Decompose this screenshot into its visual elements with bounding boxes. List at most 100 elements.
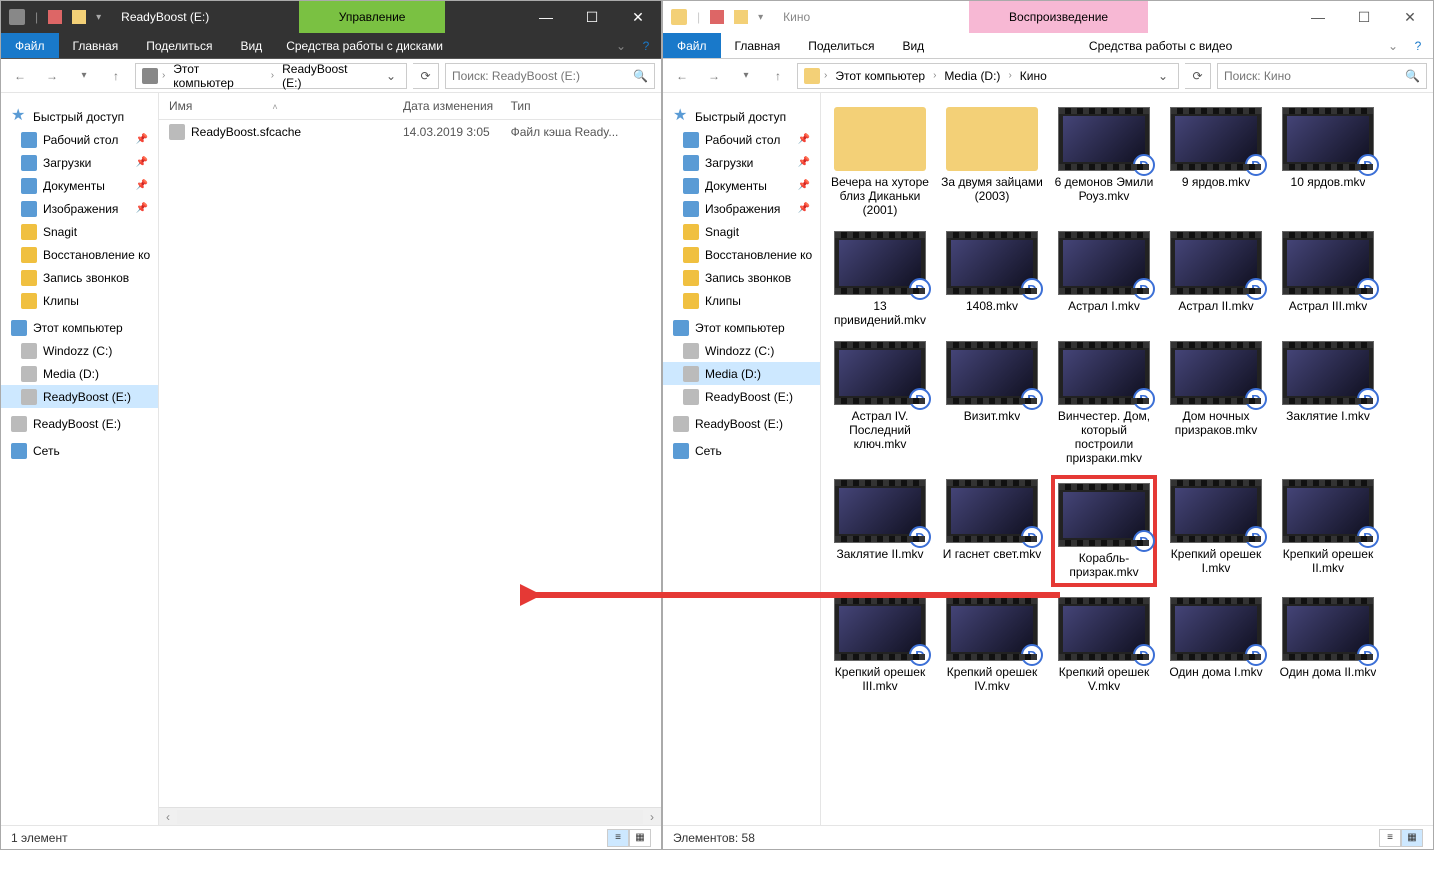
nav-this-pc[interactable]: Этот компьютер	[1, 316, 158, 339]
nav-downloads[interactable]: Загрузки📌	[663, 151, 820, 174]
video-item[interactable]: D6 демонов Эмили Роуз.mkv	[1051, 103, 1157, 221]
nav-drive-c[interactable]: Windozz (C:)	[663, 339, 820, 362]
video-item[interactable]: DАстрал I.mkv	[1051, 227, 1157, 331]
nav-network[interactable]: Сеть	[1, 439, 158, 462]
video-item[interactable]: D13 привидений.mkv	[827, 227, 933, 331]
nav-recordings[interactable]: Запись звонков	[663, 266, 820, 289]
folder-item[interactable]: За двумя зайцами (2003)	[939, 103, 1045, 221]
video-item[interactable]: D10 ярдов.mkv	[1275, 103, 1381, 221]
help-button[interactable]: ?	[1403, 33, 1433, 58]
nav-drive-d[interactable]: Media (D:)	[1, 362, 158, 385]
nav-snagit[interactable]: Snagit	[663, 220, 820, 243]
folder-item[interactable]: Вечера на хуторе близ Диканьки (2001)	[827, 103, 933, 221]
minimize-button[interactable]: —	[1295, 1, 1341, 33]
nav-network[interactable]: Сеть	[663, 439, 820, 462]
nav-drive-e[interactable]: ReadyBoost (E:)	[1, 385, 158, 408]
minimize-button[interactable]: —	[523, 1, 569, 33]
search-box[interactable]: 🔍	[445, 63, 655, 89]
file-row[interactable]: ReadyBoost.sfcache14.03.2019 3:05Файл кэ…	[159, 120, 661, 144]
nav-documents[interactable]: Документы📌	[1, 174, 158, 197]
ribbon-tool-tab[interactable]: Средства работы с видео	[1079, 33, 1242, 58]
video-item[interactable]: DКорабль-призрак.mkv	[1051, 475, 1157, 587]
video-item[interactable]: DВинчестер. Дом, который построили призр…	[1051, 337, 1157, 469]
icon-view[interactable]: Вечера на хуторе близ Диканьки (2001)За …	[821, 93, 1433, 825]
video-item[interactable]: D1408.mkv	[939, 227, 1045, 331]
back-button[interactable]: ←	[7, 63, 33, 89]
address-bar[interactable]: › Этот компьютер › ReadyBoost (E:) ⌄	[135, 63, 407, 89]
ribbon-expand[interactable]: ⌄	[611, 33, 631, 58]
ribbon-tab-share[interactable]: Поделиться	[794, 33, 888, 58]
scroll-left[interactable]: ‹	[159, 810, 177, 824]
nav-clips[interactable]: Клипы	[1, 289, 158, 312]
breadcrumb-item[interactable]: Этот компьютер	[169, 62, 266, 90]
qat-btn[interactable]	[710, 10, 724, 24]
horizontal-scrollbar[interactable]: ‹ ›	[159, 807, 661, 825]
refresh-button[interactable]: ⟳	[1185, 63, 1211, 89]
nav-pictures[interactable]: Изображения📌	[663, 197, 820, 220]
nav-documents[interactable]: Документы📌	[663, 174, 820, 197]
video-item[interactable]: DЗаклятие II.mkv	[827, 475, 933, 587]
ribbon-tab-share[interactable]: Поделиться	[132, 33, 226, 58]
back-button[interactable]: ←	[669, 63, 695, 89]
video-item[interactable]: DОдин дома I.mkv	[1163, 593, 1269, 697]
search-box[interactable]: 🔍	[1217, 63, 1427, 89]
column-headers[interactable]: Имя˄ Дата изменения Тип	[159, 93, 661, 120]
nav-drive-e[interactable]: ReadyBoost (E:)	[663, 385, 820, 408]
nav-this-pc[interactable]: Этот компьютер	[663, 316, 820, 339]
qat-btn[interactable]	[48, 10, 62, 24]
video-item[interactable]: D9 ярдов.mkv	[1163, 103, 1269, 221]
video-item[interactable]: DАстрал II.mkv	[1163, 227, 1269, 331]
forward-button[interactable]: →	[701, 63, 727, 89]
ribbon-tool-tab[interactable]: Средства работы с дисками	[276, 33, 453, 58]
nav-snagit[interactable]: Snagit	[1, 220, 158, 243]
nav-desktop[interactable]: Рабочий стол📌	[663, 128, 820, 151]
up-button[interactable]: ↑	[765, 63, 791, 89]
nav-drive-e-root[interactable]: ReadyBoost (E:)	[663, 412, 820, 435]
video-item[interactable]: DИ гаснет свет.mkv	[939, 475, 1045, 587]
ribbon-tab-home[interactable]: Главная	[721, 33, 795, 58]
close-button[interactable]: ✕	[1387, 1, 1433, 33]
close-button[interactable]: ✕	[615, 1, 661, 33]
video-item[interactable]: DКрепкий орешек IV.mkv	[939, 593, 1045, 697]
address-bar[interactable]: › Этот компьютер › Media (D:) › Кино ⌄	[797, 63, 1179, 89]
scroll-right[interactable]: ›	[643, 810, 661, 824]
nav-quick-access[interactable]: ★Быстрый доступ	[1, 105, 158, 128]
breadcrumb-item[interactable]: Этот компьютер	[831, 69, 929, 83]
context-tab[interactable]: Управление	[299, 1, 446, 33]
nav-recovery[interactable]: Восстановление ко	[663, 243, 820, 266]
file-list[interactable]: ReadyBoost.sfcache14.03.2019 3:05Файл кэ…	[159, 120, 661, 807]
video-item[interactable]: DОдин дома II.mkv	[1275, 593, 1381, 697]
view-icons[interactable]: ▦	[629, 829, 651, 847]
maximize-button[interactable]: ☐	[1341, 1, 1387, 33]
forward-button[interactable]: →	[39, 63, 65, 89]
nav-desktop[interactable]: Рабочий стол📌	[1, 128, 158, 151]
ribbon-tab-home[interactable]: Главная	[59, 33, 133, 58]
refresh-button[interactable]: ⟳	[413, 63, 439, 89]
qat-btn[interactable]	[72, 10, 86, 24]
view-details[interactable]: ≡	[607, 829, 629, 847]
breadcrumb-item[interactable]: Кино	[1016, 69, 1051, 83]
address-dropdown[interactable]: ⌄	[1154, 69, 1172, 83]
ribbon-tab-view[interactable]: Вид	[226, 33, 276, 58]
video-item[interactable]: DАстрал IV. Последний ключ.mkv	[827, 337, 933, 469]
nav-drive-c[interactable]: Windozz (C:)	[1, 339, 158, 362]
view-details[interactable]: ≡	[1379, 829, 1401, 847]
column-type[interactable]: Тип	[511, 99, 651, 113]
maximize-button[interactable]: ☐	[569, 1, 615, 33]
nav-pictures[interactable]: Изображения📌	[1, 197, 158, 220]
breadcrumb-item[interactable]: Media (D:)	[940, 69, 1004, 83]
nav-recovery[interactable]: Восстановление ко	[1, 243, 158, 266]
qat-btn[interactable]	[734, 10, 748, 24]
help-button[interactable]: ?	[631, 33, 661, 58]
video-item[interactable]: DКрепкий орешек V.mkv	[1051, 593, 1157, 697]
view-icons[interactable]: ▦	[1401, 829, 1423, 847]
ribbon-tab-view[interactable]: Вид	[888, 33, 938, 58]
file-tab[interactable]: Файл	[663, 33, 721, 58]
context-tab[interactable]: Воспроизведение	[969, 1, 1148, 33]
nav-drive-d[interactable]: Media (D:)	[663, 362, 820, 385]
column-date[interactable]: Дата изменения	[403, 99, 511, 113]
video-item[interactable]: DКрепкий орешек II.mkv	[1275, 475, 1381, 587]
video-item[interactable]: DЗаклятие I.mkv	[1275, 337, 1381, 469]
video-item[interactable]: DДом ночных призраков.mkv	[1163, 337, 1269, 469]
recent-locations[interactable]: ▾	[71, 63, 97, 89]
